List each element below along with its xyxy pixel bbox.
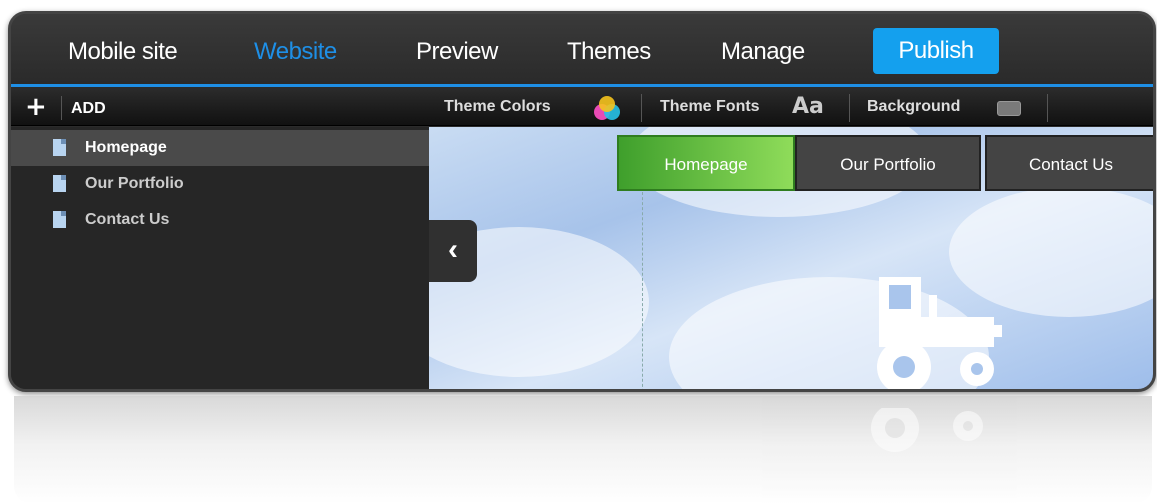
background-button[interactable]: Background xyxy=(867,90,1021,126)
nav-website[interactable]: Website xyxy=(254,32,337,72)
theme-colors-label: Theme Colors xyxy=(444,98,551,115)
background-label: Background xyxy=(867,98,961,115)
background-swatch-icon xyxy=(997,101,1021,116)
tractor-reflection-icon xyxy=(871,408,983,452)
page-icon xyxy=(53,139,66,156)
nav-preview[interactable]: Preview xyxy=(416,32,498,72)
plus-icon: + xyxy=(25,92,47,122)
nav-manage[interactable]: Manage xyxy=(721,32,805,72)
page-item-our-portfolio[interactable]: Our Portfolio xyxy=(11,166,429,202)
page-item-contact-us[interactable]: Contact Us xyxy=(11,202,429,238)
nav-themes[interactable]: Themes xyxy=(567,32,651,72)
toolbar: + ADD Theme Colors Theme Fonts Aa Backgr… xyxy=(11,90,1153,126)
theme-fonts-button[interactable]: Theme Fonts Aa xyxy=(660,90,824,126)
site-tab-contact-us[interactable]: Contact Us xyxy=(985,135,1153,191)
top-navigation: Mobile site Website Preview Themes Manag… xyxy=(11,14,1153,87)
publish-button[interactable]: Publish xyxy=(873,28,999,74)
tractor-icon xyxy=(877,277,1002,389)
site-tab-our-portfolio[interactable]: Our Portfolio xyxy=(795,135,981,191)
color-wheel-icon xyxy=(594,96,620,120)
theme-colors-button[interactable]: Theme Colors xyxy=(444,90,620,126)
website-preview: Homepage Our Portfolio Contact Us ‹ xyxy=(429,127,1153,389)
page-label: Our Portfolio xyxy=(85,175,184,192)
page-icon xyxy=(53,175,66,192)
page-icon xyxy=(53,211,66,228)
page-item-homepage[interactable]: Homepage xyxy=(11,130,429,166)
divider xyxy=(849,94,850,122)
site-tab-homepage[interactable]: Homepage xyxy=(617,135,795,191)
divider xyxy=(1047,94,1048,122)
editor-frame: Mobile site Website Preview Themes Manag… xyxy=(8,11,1156,392)
font-aa-icon: Aa xyxy=(792,94,824,119)
collapse-sidebar-button[interactable]: ‹ xyxy=(429,220,477,282)
page-label: Homepage xyxy=(85,139,167,156)
page-list: Homepage Our Portfolio Contact Us xyxy=(11,127,429,389)
divider xyxy=(61,96,62,120)
chevron-left-icon: ‹ xyxy=(448,233,458,266)
layout-guide xyxy=(642,187,643,389)
page-label: Contact Us xyxy=(85,211,170,228)
theme-fonts-label: Theme Fonts xyxy=(660,98,760,115)
add-page-button[interactable]: + ADD xyxy=(11,90,429,126)
divider xyxy=(641,94,642,122)
reflection xyxy=(14,396,1152,504)
add-label: ADD xyxy=(71,100,106,117)
nav-mobile-site[interactable]: Mobile site xyxy=(68,32,178,72)
